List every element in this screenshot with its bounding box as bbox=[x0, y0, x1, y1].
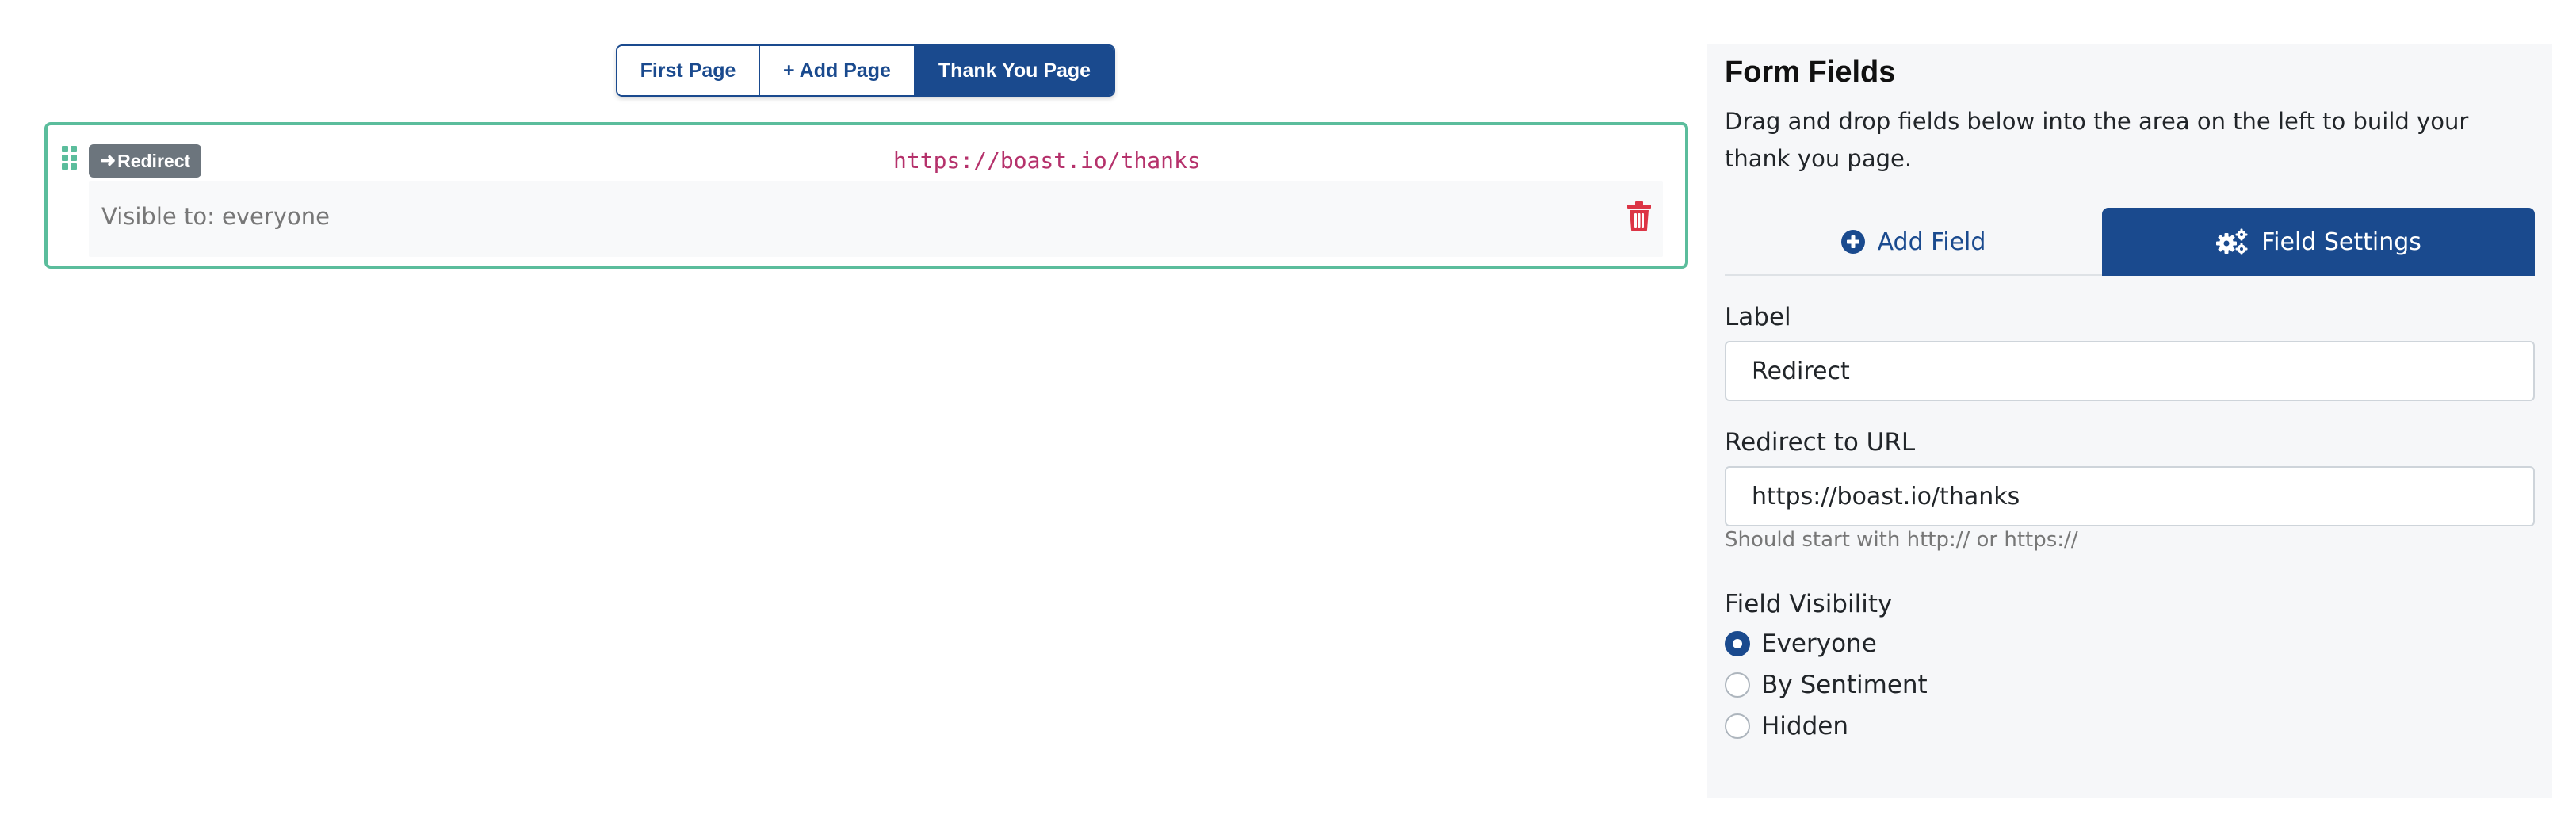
radio-hidden-label: Hidden bbox=[1761, 712, 1848, 740]
redirect-url-input[interactable] bbox=[1725, 466, 2535, 526]
gears-icon bbox=[2216, 228, 2248, 255]
tab-first-page[interactable]: First Page bbox=[617, 46, 760, 95]
redirect-field-card[interactable]: ➜ Redirect https://boast.io/thanks Visib… bbox=[44, 122, 1688, 269]
sidebar-title: Form Fields bbox=[1725, 55, 1896, 89]
plus-circle-icon bbox=[1840, 230, 1865, 254]
radio-everyone[interactable]: Everyone bbox=[1725, 628, 1877, 660]
field-type-badge: ➜ Redirect bbox=[89, 144, 202, 178]
sidebar-tabs: Add Field Field Settings bbox=[1725, 208, 2535, 276]
radio-unchecked-icon[interactable] bbox=[1725, 713, 1750, 739]
form-fields-sidebar: Form Fields Drag and drop fields below i… bbox=[1707, 44, 2552, 798]
redirect-url-preview: https://boast.io/thanks bbox=[893, 147, 1201, 174]
tab-field-settings[interactable]: Field Settings bbox=[2102, 208, 2535, 276]
radio-by-sentiment-label: By Sentiment bbox=[1761, 671, 1928, 699]
radio-checked-icon[interactable] bbox=[1725, 631, 1750, 656]
radio-unchecked-icon[interactable] bbox=[1725, 672, 1750, 698]
drag-handle-icon[interactable] bbox=[62, 146, 78, 170]
visibility-text: Visible to: everyone bbox=[101, 203, 330, 230]
field-type-label: Redirect bbox=[117, 150, 191, 171]
field-visibility-label: Field Visibility bbox=[1725, 590, 1893, 618]
page-tabs: First Page + Add Page Thank You Page bbox=[616, 44, 1115, 97]
tab-thank-you-page[interactable]: Thank You Page bbox=[915, 46, 1114, 95]
radio-by-sentiment[interactable]: By Sentiment bbox=[1725, 669, 1928, 701]
tab-add-field-label: Add Field bbox=[1877, 228, 1986, 256]
label-input[interactable] bbox=[1725, 341, 2535, 401]
tab-add-field[interactable]: Add Field bbox=[1725, 208, 2102, 276]
trash-icon[interactable] bbox=[1626, 201, 1652, 231]
radio-everyone-label: Everyone bbox=[1761, 629, 1877, 658]
arrow-right-icon: ➜ bbox=[100, 150, 117, 171]
sidebar-description: Drag and drop fields below into the area… bbox=[1725, 108, 2469, 172]
url-help-text: Should start with http:// or https:// bbox=[1725, 528, 2078, 552]
add-page-button[interactable]: + Add Page bbox=[760, 46, 915, 95]
label-field-label: Label bbox=[1725, 303, 1791, 331]
visibility-strip: Visible to: everyone bbox=[89, 181, 1663, 257]
radio-hidden[interactable]: Hidden bbox=[1725, 710, 1848, 742]
redirect-url-label: Redirect to URL bbox=[1725, 428, 1916, 457]
tab-field-settings-label: Field Settings bbox=[2261, 228, 2421, 256]
